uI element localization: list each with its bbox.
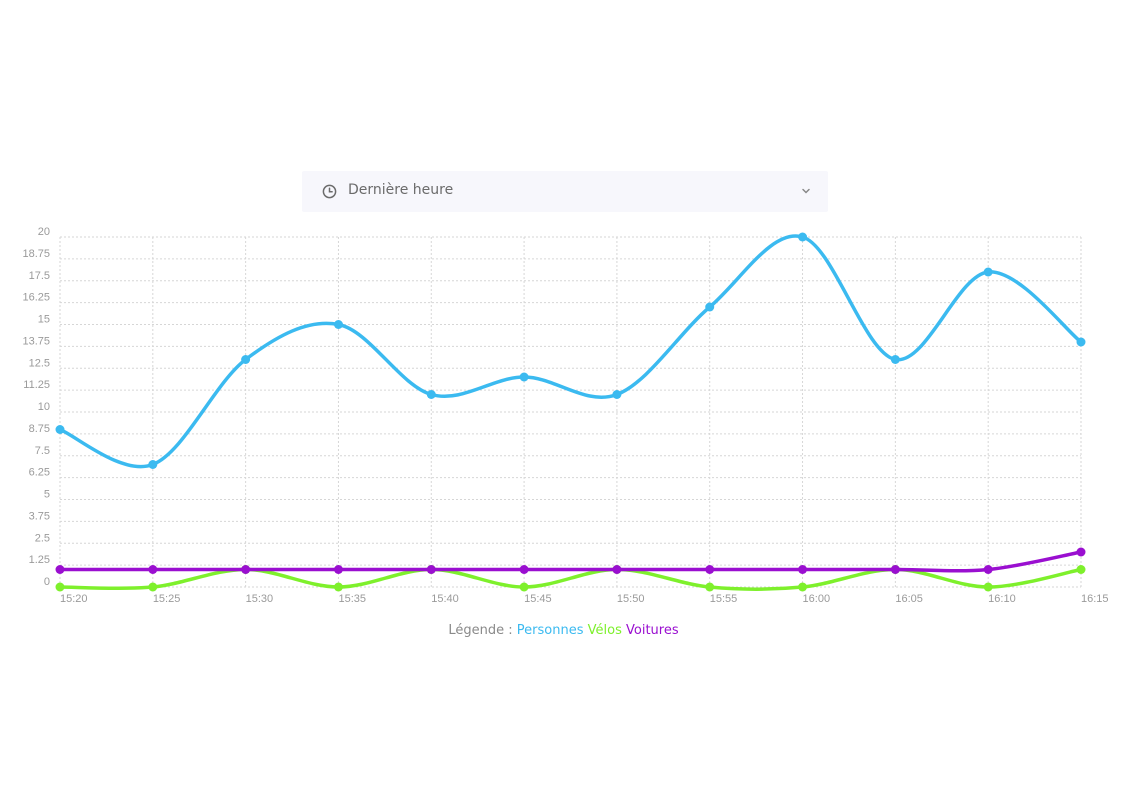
data-point-personnes (1076, 337, 1086, 347)
data-point-voitures (798, 565, 808, 574)
data-point-velos (519, 582, 529, 592)
y-tick-label: 20 (38, 226, 50, 238)
data-point-voitures (241, 565, 251, 574)
data-point-voitures (983, 565, 993, 574)
line-chart: 0 1.25 2.5 3.75 5 6.25 7.5 8.75 10 11.25 12.5 13.75… (22, 226, 1109, 605)
data-point-personnes (55, 425, 65, 434)
x-tick-label: 16:00 (803, 593, 831, 605)
data-point-voitures (148, 565, 158, 574)
y-tick-label: 17.5 (29, 270, 50, 282)
data-point-velos (148, 582, 158, 592)
data-point-personnes (241, 355, 251, 364)
y-tick-label: 11.25 (23, 379, 50, 391)
series-line-velos (59, 567, 1082, 591)
legend-prefix: Légende : (448, 623, 513, 638)
y-tick-label: 2.5 (35, 532, 50, 544)
data-point-velos (983, 582, 993, 592)
legend-item-voitures: Voitures (626, 623, 679, 638)
data-point-velos (798, 582, 808, 592)
legend-item-personnes: Personnes (516, 623, 584, 638)
data-point-voitures (55, 565, 65, 574)
x-tick-label: 15:55 (710, 593, 738, 605)
data-point-velos (1076, 565, 1086, 574)
data-point-voitures (519, 565, 529, 574)
y-tick-label: 13.75 (22, 335, 50, 347)
y-tick-label: 0 (44, 576, 50, 588)
chart-legend: Légende : Personnes Vélos Voitures (0, 623, 1127, 638)
y-tick-label: 7.5 (35, 445, 50, 457)
data-point-velos (333, 582, 343, 592)
y-tick-label: 1.25 (29, 554, 50, 566)
x-tick-label: 16:05 (895, 593, 923, 605)
series-line-voitures (60, 550, 1082, 573)
data-point-personnes (890, 355, 900, 364)
data-point-personnes (426, 390, 436, 399)
y-tick-label: 6.25 (29, 467, 50, 479)
data-point-personnes (333, 320, 343, 329)
data-point-voitures (705, 565, 715, 574)
x-tick-label: 15:35 (338, 593, 366, 605)
data-point-personnes (519, 372, 529, 382)
data-point-velos (705, 582, 715, 592)
data-point-voitures (426, 565, 436, 574)
legend-item-velos: Vélos (587, 623, 622, 638)
y-tick-label: 8.75 (29, 423, 50, 435)
y-tick-label: 10 (38, 401, 50, 413)
y-tick-label: 5 (44, 489, 50, 501)
x-tick-label: 15:30 (246, 593, 274, 605)
x-tick-label: 15:40 (431, 593, 459, 605)
data-point-personnes (705, 302, 715, 312)
data-point-velos (55, 582, 65, 592)
y-tick-label: 12.5 (29, 357, 50, 369)
y-tick-label: 15 (38, 314, 50, 326)
x-tick-label: 15:25 (153, 593, 181, 605)
data-point-personnes (148, 460, 158, 469)
data-point-voitures (1076, 547, 1086, 557)
data-point-personnes (983, 267, 993, 277)
x-tick-label: 15:45 (524, 593, 552, 605)
data-point-personnes (798, 232, 808, 242)
series-line-personnes (59, 234, 1083, 469)
x-tick-label: 15:20 (60, 593, 88, 605)
x-tick-label: 16:10 (988, 593, 1016, 605)
data-point-voitures (612, 565, 622, 574)
y-tick-label: 18.75 (22, 248, 50, 260)
y-tick-label: 16.25 (22, 292, 50, 304)
x-tick-label: 16:15 (1081, 593, 1109, 605)
data-point-personnes (612, 390, 622, 399)
x-tick-label: 15:50 (617, 593, 645, 605)
data-point-voitures (333, 565, 343, 574)
y-tick-label: 3.75 (29, 510, 50, 522)
data-point-voitures (890, 565, 900, 574)
